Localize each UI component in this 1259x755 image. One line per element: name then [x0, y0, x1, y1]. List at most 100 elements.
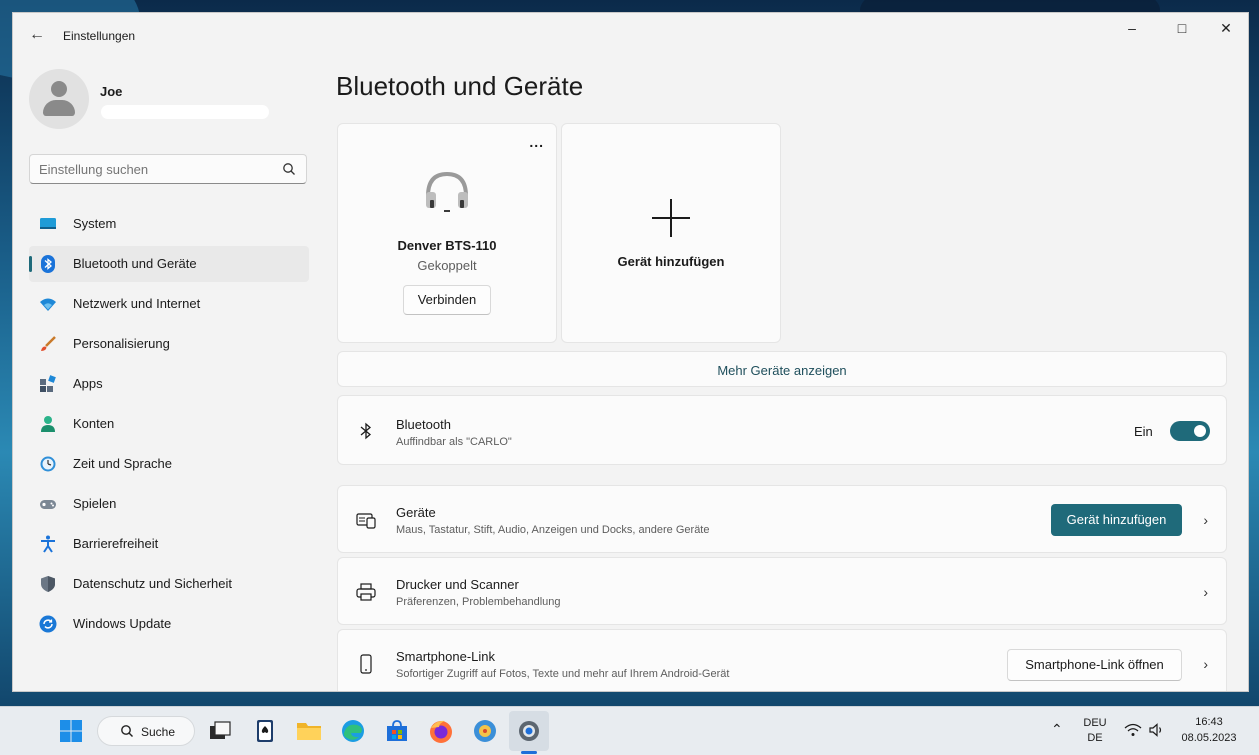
keyboard-devices-icon — [356, 513, 376, 529]
device-status: Gekoppelt — [417, 258, 477, 273]
solitaire-icon[interactable] — [251, 717, 279, 745]
redaction-mask-email — [101, 105, 269, 119]
minimize-button[interactable]: – — [1109, 13, 1155, 43]
firefox-icon[interactable] — [427, 717, 455, 745]
search-icon[interactable] — [282, 162, 296, 176]
sidebar-item-label: Barrierefreiheit — [73, 536, 159, 551]
edge-icon[interactable] — [339, 717, 367, 745]
phone-link-subtitle: Sofortiger Zugriff auf Fotos, Texte und … — [396, 668, 730, 680]
brush-icon — [41, 336, 56, 351]
bluetooth-icon — [360, 422, 372, 440]
add-device-card[interactable]: Gerät hinzufügen — [561, 123, 781, 343]
accounts-icon — [41, 416, 55, 432]
more-options-button[interactable]: ... — [529, 134, 544, 150]
language-code: DEU — [1083, 717, 1107, 729]
time-language-icon — [40, 456, 56, 472]
sidebar-item-label: Datenschutz und Sicherheit — [73, 576, 232, 591]
devices-subtitle: Maus, Tastatur, Stift, Audio, Anzeigen u… — [396, 524, 710, 536]
connect-button[interactable]: Verbinden — [403, 285, 491, 315]
sidebar-item-label: Apps — [73, 376, 103, 391]
sidebar-item-windows-update[interactable]: Windows Update — [29, 606, 309, 642]
printer-icon — [356, 583, 376, 601]
more-devices-label: Mehr Geräte anzeigen — [717, 363, 847, 378]
clock[interactable]: 16:43 08.05.2023 — [1176, 716, 1242, 744]
search-input[interactable] — [39, 160, 269, 178]
system-icon — [40, 218, 56, 229]
keyboard-layout: DE — [1087, 732, 1103, 744]
sidebar-item-label: Zeit und Sprache — [73, 456, 173, 471]
printers-subtitle: Präferenzen, Problembehandlung — [396, 596, 561, 608]
add-device-button[interactable]: Gerät hinzufügen — [1051, 504, 1182, 536]
title-bar: ← Einstellungen – □ ✕ — [13, 13, 1248, 57]
windows-start-icon[interactable] — [57, 717, 85, 745]
settings-window: ← Einstellungen – □ ✕ Joe System Bluetoo… — [12, 12, 1249, 692]
sidebar-item-gaming[interactable]: Spielen — [29, 486, 309, 522]
search-box[interactable] — [29, 154, 307, 184]
chevron-up-icon[interactable]: ⌃ — [1051, 721, 1063, 738]
sidebar-item-accounts[interactable]: Konten — [29, 406, 309, 442]
language-indicator[interactable]: DEU DE — [1080, 717, 1110, 744]
devices-row[interactable]: Geräte Maus, Tastatur, Stift, Audio, Anz… — [337, 485, 1227, 553]
bluetooth-toggle[interactable] — [1170, 421, 1210, 441]
bluetooth-title: Bluetooth — [396, 417, 451, 432]
more-devices-button[interactable]: Mehr Geräte anzeigen — [337, 351, 1227, 387]
date: 08.05.2023 — [1181, 732, 1237, 744]
sidebar-item-time-language[interactable]: Zeit und Sprache — [29, 446, 309, 482]
phone-link-row[interactable]: Smartphone-Link Sofortiger Zugriff auf F… — [337, 629, 1227, 691]
devices-title: Geräte — [396, 505, 436, 520]
page-title: Bluetooth und Geräte — [336, 71, 584, 101]
search-icon — [121, 725, 133, 737]
wifi-icon[interactable] — [1124, 723, 1142, 737]
sidebar-nav: System Bluetooth und Geräte Netzwerk und… — [29, 206, 309, 646]
sidebar-item-label: Personalisierung — [73, 336, 170, 351]
sidebar-item-label: System — [73, 216, 117, 231]
sidebar-item-label: Bluetooth und Geräte — [73, 256, 197, 271]
headset-icon — [426, 171, 468, 212]
chevron-right-icon[interactable]: › — [1203, 512, 1208, 528]
device-card[interactable]: ... Denver BTS-110 Gekoppelt Verbinden — [337, 123, 557, 343]
compass-app-icon[interactable] — [471, 717, 499, 745]
store-icon[interactable] — [383, 717, 411, 745]
bluetooth-subtitle: Auffindbar als "CARLO" — [396, 436, 512, 448]
printers-row[interactable]: Drucker und Scanner Präferenzen, Problem… — [337, 557, 1227, 625]
sidebar-item-label: Konten — [73, 416, 115, 431]
accessibility-icon — [41, 535, 55, 553]
volume-icon[interactable] — [1149, 723, 1165, 737]
device-name: Denver BTS-110 — [397, 238, 497, 253]
settings-app-icon[interactable] — [515, 717, 543, 745]
sidebar-item-system[interactable]: System — [29, 206, 309, 242]
avatar-body — [43, 100, 75, 116]
sidebar-item-network[interactable]: Netzwerk und Internet — [29, 286, 309, 322]
taskbar-search-label: Suche — [141, 725, 176, 739]
sidebar-item-label: Spielen — [73, 496, 117, 511]
toggle-knob — [1194, 425, 1206, 437]
sidebar-item-apps[interactable]: Apps — [29, 366, 309, 402]
active-indicator — [29, 256, 32, 272]
taskbar: Suche ⌃ DEU DE 16:43 08.05.2023 — [0, 706, 1259, 755]
chevron-right-icon[interactable]: › — [1203, 584, 1208, 600]
sidebar-item-bluetooth[interactable]: Bluetooth und Geräte — [29, 246, 309, 282]
taskbar-search[interactable]: Suche — [97, 716, 195, 746]
avatar[interactable] — [29, 69, 89, 129]
close-button[interactable]: ✕ — [1203, 13, 1248, 43]
bluetooth-icon — [41, 255, 55, 273]
plus-icon — [652, 199, 690, 237]
file-explorer-icon[interactable] — [295, 717, 323, 745]
sidebar-item-label: Netzwerk und Internet — [73, 296, 201, 311]
sidebar-item-label: Windows Update — [73, 616, 172, 631]
task-view-icon[interactable] — [206, 717, 234, 745]
back-arrow-icon[interactable]: ← — [27, 25, 47, 45]
chevron-right-icon[interactable]: › — [1203, 656, 1208, 672]
toggle-state-label: Ein — [1134, 424, 1153, 439]
windows-update-icon — [39, 615, 57, 633]
time: 16:43 — [1195, 716, 1223, 728]
gamepad-icon — [40, 500, 56, 509]
sidebar-item-accessibility[interactable]: Barrierefreiheit — [29, 526, 309, 562]
redaction-mask — [125, 83, 185, 99]
maximize-button[interactable]: □ — [1159, 13, 1205, 43]
wifi-icon — [40, 298, 56, 311]
phone-link-title: Smartphone-Link — [396, 649, 495, 664]
sidebar-item-personalization[interactable]: Personalisierung — [29, 326, 309, 362]
sidebar-item-privacy-security[interactable]: Datenschutz und Sicherheit — [29, 566, 309, 602]
open-phone-link-button[interactable]: Smartphone-Link öffnen — [1007, 649, 1182, 681]
